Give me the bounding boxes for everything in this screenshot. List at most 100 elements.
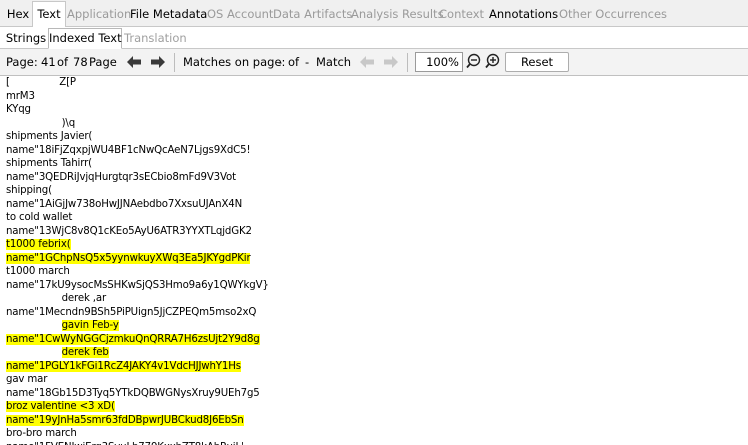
search-hit-text: broz valentine <3 xD( — [6, 401, 115, 412]
arrow-left-icon — [359, 56, 374, 68]
reset-button[interactable]: Reset — [505, 52, 569, 72]
page-total: 78 — [73, 55, 88, 69]
highlighted-text-line: name"1PGLY1kFGi1RcZ4JAKY4v1VdcHJJwhY1Hs — [6, 360, 241, 373]
zoom-out-icon — [466, 53, 481, 69]
text-line: KYqg — [6, 103, 31, 116]
matches-current: - — [278, 55, 283, 69]
line-text: name"18iFjZqxpjWU4BF1cNwQcAeN7Ljgs9XdC5! — [6, 144, 251, 156]
line-text: mrM3 — [6, 90, 35, 102]
page-label: Page: — [6, 55, 38, 69]
page-of-label: of — [57, 55, 69, 69]
tab-data-artifacts[interactable]: Data Artifacts — [273, 3, 352, 27]
arrow-right-icon — [383, 56, 398, 68]
toolbar-separator — [174, 53, 175, 72]
tab-context[interactable]: Context — [439, 3, 484, 27]
text-line: name"18Gb15D3Tyq5YTkDQBWGNysXruy9UEh7g5 — [6, 387, 260, 400]
highlighted-text-line: t1000 febrix( — [6, 238, 71, 251]
line-text: derek ,ar — [6, 293, 107, 304]
line-text: shipping( — [6, 185, 52, 196]
next-page-button[interactable] — [147, 52, 168, 72]
viewer-tab-bar: Hex Text Application File Metadata OS Ac… — [0, 0, 748, 28]
match-word: Match — [316, 55, 352, 69]
tab-indexed-text[interactable]: Indexed Text — [48, 28, 122, 49]
tab-text[interactable]: Text — [32, 1, 66, 28]
text-toolbar: Page: 41 of 78 Page Matches on page: - o… — [0, 49, 748, 76]
search-hit-text: name"1PGLY1kFGi1RcZ4JAKY4v1VdcHJJwhY1Hs — [6, 360, 241, 372]
highlighted-text-line: name"19yJnHa5smr63fdDBpwrJUBCkud8J6EbSn — [6, 414, 244, 427]
text-line: t1000 march — [6, 265, 70, 278]
text-line: name"1AiGjJw738oHwJJNAebdbo7XxsuUJAnX4N — [6, 198, 242, 211]
tab-other-occurrences[interactable]: Other Occurrences — [559, 3, 667, 27]
line-text: name"17kU9ysocMsSHKwSjQS3Hmo9a6y1QWYkgV} — [6, 279, 269, 291]
tab-annotations[interactable]: Annotations — [489, 3, 558, 27]
text-line: shipments Tahirr( — [6, 157, 92, 170]
tab-translation[interactable]: Translation — [124, 29, 187, 49]
text-line: derek ,ar — [6, 292, 107, 305]
text-line: to cold wallet — [6, 211, 72, 224]
previous-match-button[interactable] — [356, 52, 377, 72]
tab-analysis-results[interactable]: Analysis Results — [351, 3, 444, 27]
text-line: name"1FVENJwjErq3SyuLb779KxxbZT8kAbRujL' — [6, 441, 244, 445]
line-text: shipments Tahirr( — [6, 158, 92, 169]
line-text: KYqg — [6, 104, 31, 115]
page-word: Page — [89, 55, 117, 69]
line-text: gav mar — [6, 374, 48, 385]
toolbar-separator — [407, 53, 408, 72]
matches-total: - — [305, 55, 310, 69]
search-hit-text: gavin Feb-y — [61, 320, 119, 331]
highlighted-text-line: derek feb — [6, 346, 109, 359]
search-hit-text: name"19yJnHa5smr63fdDBpwrJUBCkud8J6EbSn — [6, 414, 244, 426]
indexed-text-pane[interactable]: [ Z[P mrM3 KYqg )\q shipments Javier( name"1… — [0, 76, 748, 445]
matches-label: Matches on page: — [183, 55, 286, 69]
search-hit-text: name"1CwWyNGGCjzmkuQnQRRA7H6zsUjt2Y9d8g — [6, 333, 260, 345]
tab-strings[interactable]: Strings — [4, 29, 48, 49]
page-current: 41 — [41, 55, 56, 69]
text-line: [ Z[P — [6, 76, 76, 89]
zoom-in-button[interactable] — [485, 53, 503, 71]
tab-hex[interactable]: Hex — [4, 3, 32, 27]
text-line: name"3QEDRiJvjqHurgtqr3sECbio8mFd9V3Vot — [6, 171, 236, 184]
highlighted-text-line: gavin Feb-y — [6, 319, 119, 332]
text-line: shipping( — [6, 184, 52, 197]
tab-file-metadata[interactable]: File Metadata — [130, 3, 207, 27]
highlighted-text-line: broz valentine <3 xD( — [6, 400, 115, 413]
line-text: [ Z[P — [6, 77, 76, 88]
zoom-out-button[interactable] — [466, 53, 484, 71]
arrow-right-icon — [150, 56, 165, 68]
text-line: name"1Mecndn9BSh5PiPUign5JjCZPEQm5mso2xQ — [6, 306, 256, 319]
line-text: name"3QEDRiJvjqHurgtqr3sECbio8mFd9V3Vot — [6, 171, 236, 183]
line-text: )\q — [6, 117, 76, 129]
zoom-field[interactable]: 100% — [415, 52, 463, 72]
previous-page-button[interactable] — [123, 52, 144, 72]
text-line: mrM3 — [6, 90, 35, 103]
text-line: shipments Javier( — [6, 130, 92, 143]
line-text: name"13WjC8v8Q1cKEo5AyU6ATR3YYXTLqjdGK2 — [6, 225, 252, 237]
text-line: name"17kU9ysocMsSHKwSjQS3Hmo9a6y1QWYkgV} — [6, 279, 269, 292]
highlighted-text-line: name"1GChpNsQ5x5yynwkuyXWq3Ea5JKYgdPKir — [6, 252, 251, 265]
line-text: t1000 march — [6, 266, 70, 277]
text-line: bro-bro march — [6, 427, 77, 440]
line-text: name"18Gb15D3Tyq5YTkDQBWGNysXruy9UEh7g5 — [6, 387, 260, 399]
text-line: gav mar — [6, 373, 47, 386]
line-text: shipments Javier( — [6, 131, 93, 142]
text-line: name"18iFjZqxpjWU4BF1cNwQcAeN7Ljgs9XdC5! — [6, 144, 251, 157]
next-match-button[interactable] — [380, 52, 401, 72]
line-text: name"1FVENJwjErq3SyuLb779KxxbZT8kAbRujL' — [6, 442, 244, 445]
zoom-in-icon — [485, 53, 500, 69]
search-hit-text: t1000 febrix( — [6, 239, 71, 250]
line-text: name"1Mecndn9BSh5PiPUign5JjCZPEQm5mso2xQ — [6, 306, 257, 318]
text-line: )\q — [6, 117, 76, 130]
line-text: name"1AiGjJw738oHwJJNAebdbo7XxsuUJAnX4N — [6, 198, 243, 210]
text-line: name"13WjC8v8Q1cKEo5AyU6ATR3YYXTLqjdGK2 — [6, 225, 252, 238]
line-text: bro-bro march — [6, 428, 77, 439]
search-hit-text: derek feb — [61, 347, 109, 358]
text-subtab-bar: Strings Indexed Text Translation — [0, 27, 748, 49]
highlighted-text-line: name"1CwWyNGGCjzmkuQnQRRA7H6zsUjt2Y9d8g — [6, 333, 260, 346]
matches-of-label: of — [288, 55, 300, 69]
tab-application[interactable]: Application — [67, 3, 131, 27]
tab-os-account[interactable]: OS Account — [207, 3, 273, 27]
arrow-left-icon — [126, 56, 141, 68]
line-text: to cold wallet — [6, 212, 73, 223]
